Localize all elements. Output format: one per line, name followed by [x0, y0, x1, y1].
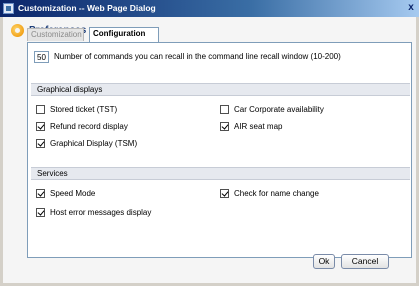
checkbox-label: Host error messages display [50, 208, 152, 217]
checkbox-box-checked[interactable] [220, 189, 229, 198]
configuration-panel: Number of commands you can recall in the… [27, 42, 412, 258]
checkbox-box-checked[interactable] [36, 208, 45, 217]
recall-count-input[interactable] [34, 51, 49, 63]
checkbox-label: AIR seat map [234, 122, 283, 131]
checkbox-box[interactable] [220, 105, 229, 114]
ok-button[interactable]: Ok [313, 254, 335, 269]
checkbox-label: Speed Mode [50, 189, 96, 198]
close-button[interactable]: x [405, 2, 417, 14]
checkbox-box-checked[interactable] [36, 122, 45, 131]
checkbox-label: Check for name change [234, 189, 319, 198]
tab-customization[interactable]: Customization [27, 28, 84, 41]
preferences-gear-icon [11, 24, 24, 37]
section-services: Services [31, 167, 410, 180]
checkbox-box[interactable] [36, 105, 45, 114]
checkbox-box-checked[interactable] [220, 122, 229, 131]
tab-configuration[interactable]: Configuration [89, 27, 159, 42]
window-titlebar: Customization -- Web Page Dialog x [0, 0, 419, 17]
checkbox-box-checked[interactable] [36, 189, 45, 198]
checkbox-label: Stored ticket (TST) [50, 105, 118, 114]
section-graphical-displays: Graphical displays [31, 83, 410, 96]
checkbox-label: Refund record display [50, 122, 128, 131]
checkbox-label: Car Corporate availability [234, 105, 324, 114]
window-title: Customization -- Web Page Dialog [18, 3, 156, 13]
checkbox-label: Graphical Display (TSM) [50, 139, 138, 148]
app-window-icon [3, 3, 14, 14]
cancel-button[interactable]: Cancel [341, 254, 389, 269]
recall-label: Number of commands you can recall in the… [54, 52, 341, 61]
checkbox-box-checked[interactable] [36, 139, 45, 148]
